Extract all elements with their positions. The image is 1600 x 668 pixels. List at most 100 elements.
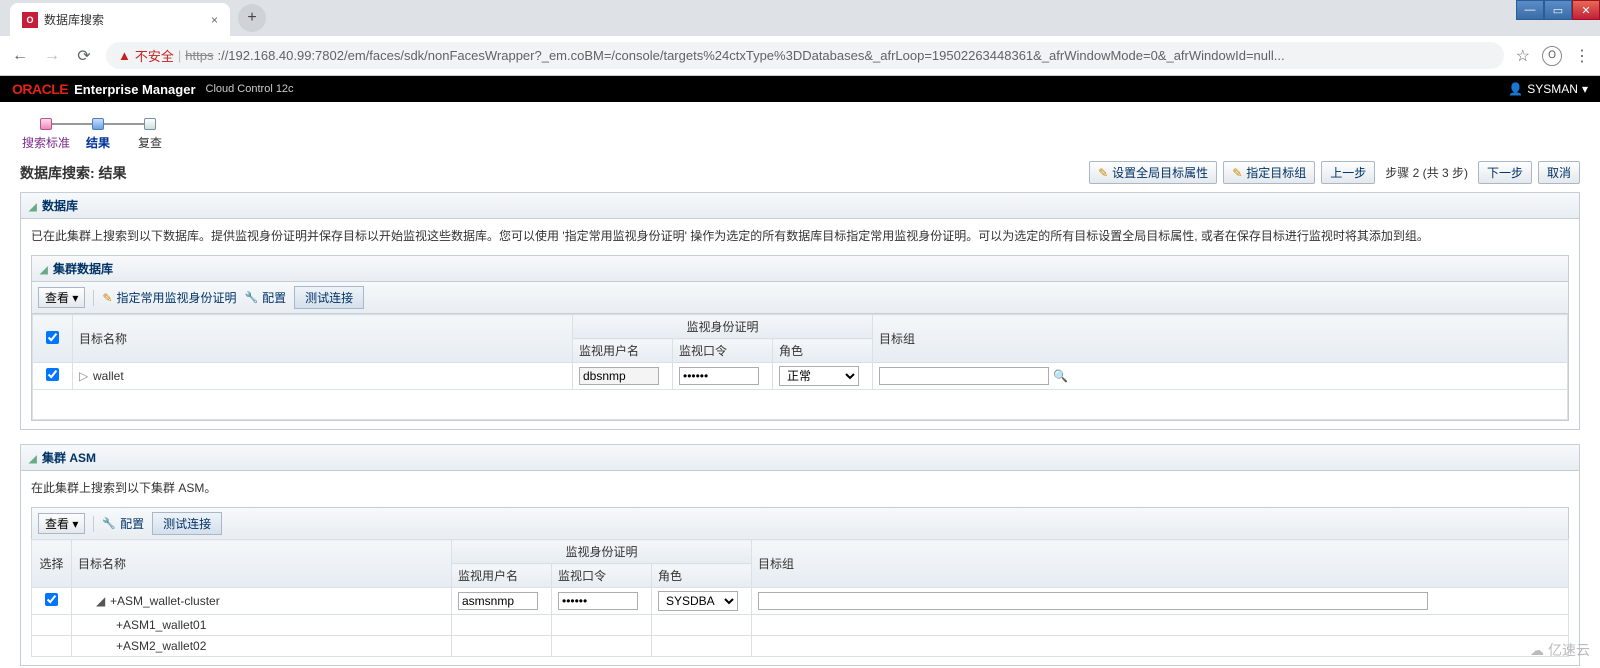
target-name: +ASM2_wallet02 bbox=[116, 639, 206, 653]
cloud-icon: ☁ bbox=[1530, 642, 1544, 659]
col-monitor-user: 监视用户名 bbox=[573, 339, 673, 363]
search-icon[interactable]: 🔍 bbox=[1053, 369, 1068, 383]
select-all-checkbox[interactable] bbox=[46, 331, 59, 344]
new-tab-button[interactable]: + bbox=[238, 4, 266, 32]
col-cred-group: 监视身份证明 bbox=[452, 540, 752, 564]
tab-favicon: O bbox=[22, 12, 38, 28]
app-bar: ORACLE Enterprise Manager Cloud Control … bbox=[0, 76, 1600, 102]
tab-title: 数据库搜索 bbox=[44, 11, 104, 28]
reload-icon[interactable]: ⟳ bbox=[74, 46, 94, 66]
browser-tab[interactable]: O 数据库搜索 × bbox=[10, 3, 230, 36]
view-menu-button[interactable]: 查看 ▾ bbox=[38, 513, 85, 534]
tab-bar: O 数据库搜索 × + — ▭ ✕ bbox=[0, 0, 1600, 36]
asm-toolbar: 查看 ▾ 配置 测试连接 bbox=[31, 507, 1569, 539]
row-checkbox[interactable] bbox=[46, 368, 59, 381]
target-name: +ASM_wallet-cluster bbox=[110, 594, 220, 608]
expand-icon[interactable]: ◢ bbox=[96, 594, 106, 608]
col-role: 角色 bbox=[652, 564, 752, 588]
prev-step-button[interactable]: 上一步 bbox=[1321, 161, 1375, 184]
cluster-db-table: 目标名称 监视身份证明 目标组 监视用户名 监视口令 角色 bbox=[32, 314, 1568, 420]
table-row: +ASM1_wallet01 bbox=[32, 615, 1569, 636]
cancel-button[interactable]: 取消 bbox=[1538, 161, 1580, 184]
assign-target-group-button[interactable]: 指定目标组 bbox=[1223, 161, 1315, 184]
insecure-warning-icon: ▲ bbox=[118, 48, 131, 63]
profile-icon[interactable]: ౦ bbox=[1542, 46, 1562, 66]
insecure-label: 不安全 bbox=[135, 46, 174, 65]
test-connection-button[interactable]: 测试连接 bbox=[152, 512, 222, 535]
cluster-db-head[interactable]: ◢ 集群数据库 bbox=[32, 256, 1568, 282]
dropdown-icon: ▾ bbox=[1582, 82, 1588, 96]
collapse-icon: ◢ bbox=[29, 454, 37, 465]
col-select: 选择 bbox=[32, 540, 72, 588]
col-target-name: 目标名称 bbox=[73, 315, 573, 363]
page-title: 数据库搜索: 结果 bbox=[20, 163, 127, 183]
window-close[interactable]: ✕ bbox=[1572, 0, 1600, 20]
target-name: +ASM1_wallet01 bbox=[116, 618, 206, 632]
page-content: 搜索标准 结果 复查 数据库搜索: 结果 设置全局目标属性 指定目标组 上一步 … bbox=[0, 102, 1600, 666]
step-indicator: 步骤 2 (共 3 步) bbox=[1381, 164, 1472, 181]
head-actions: 设置全局目标属性 指定目标组 上一步 步骤 2 (共 3 步) 下一步 取消 bbox=[1089, 161, 1580, 184]
train-label-1[interactable]: 搜索标准 bbox=[20, 134, 72, 151]
set-global-attr-button[interactable]: 设置全局目标属性 bbox=[1089, 161, 1217, 184]
window-maximize[interactable]: ▭ bbox=[1544, 0, 1572, 20]
col-cred-group: 监视身份证明 bbox=[573, 315, 873, 339]
monitor-user-input[interactable] bbox=[458, 592, 538, 610]
next-step-button[interactable]: 下一步 bbox=[1478, 161, 1532, 184]
configure-link[interactable]: 配置 bbox=[244, 289, 286, 306]
nav-forward-icon[interactable]: → bbox=[42, 47, 62, 65]
page-header: 数据库搜索: 结果 设置全局目标属性 指定目标组 上一步 步骤 2 (共 3 步… bbox=[20, 161, 1580, 184]
view-menu-button[interactable]: 查看 ▾ bbox=[38, 287, 85, 308]
train-label-3[interactable]: 复查 bbox=[124, 134, 176, 151]
window-minimize[interactable]: — bbox=[1516, 0, 1544, 20]
train-label-2: 结果 bbox=[72, 134, 124, 151]
wizard-train bbox=[20, 118, 1580, 130]
monitor-pwd-input[interactable] bbox=[558, 592, 638, 610]
col-monitor-pwd: 监视口令 bbox=[673, 339, 773, 363]
window-controls: — ▭ ✕ bbox=[1516, 0, 1600, 20]
url-sep: | bbox=[178, 48, 181, 63]
target-group-input[interactable] bbox=[758, 592, 1428, 610]
target-group-input[interactable] bbox=[879, 367, 1049, 385]
asm-panel-title: 集群 ASM bbox=[42, 451, 96, 465]
database-panel: ◢ 数据库 已在此集群上搜索到以下数据库。提供监视身份证明并保存目标以开始监视这… bbox=[20, 192, 1580, 430]
role-select[interactable]: 正常 bbox=[779, 366, 859, 386]
role-select[interactable]: SYSDBA bbox=[658, 591, 738, 611]
train-step-2[interactable] bbox=[72, 118, 124, 130]
row-checkbox[interactable] bbox=[45, 593, 58, 606]
table-row-empty bbox=[33, 390, 1568, 420]
table-row: ◢ +ASM_wallet-cluster SYSDBA bbox=[32, 588, 1569, 615]
train-step-3[interactable] bbox=[124, 118, 176, 130]
database-panel-head[interactable]: ◢ 数据库 bbox=[21, 193, 1579, 219]
cluster-db-panel: ◢ 集群数据库 查看 ▾ 指定常用监视身份证明 配置 测试连接 目标名称 bbox=[31, 255, 1569, 421]
table-row: +ASM2_wallet02 bbox=[32, 636, 1569, 657]
bookmark-star-icon[interactable]: ☆ bbox=[1516, 46, 1530, 66]
test-connection-button[interactable]: 测试连接 bbox=[294, 286, 364, 309]
app-name: Enterprise Manager bbox=[74, 82, 195, 97]
expand-icon[interactable]: ▷ bbox=[79, 369, 89, 383]
col-role: 角色 bbox=[773, 339, 873, 363]
cluster-db-title: 集群数据库 bbox=[53, 262, 113, 276]
set-common-cred-link[interactable]: 指定常用监视身份证明 bbox=[102, 289, 236, 306]
train-labels: 搜索标准 结果 复查 bbox=[20, 134, 1580, 151]
asm-panel-head[interactable]: ◢ 集群 ASM bbox=[21, 445, 1579, 471]
url-rest: ://192.168.40.99:7802/em/faces/sdk/nonFa… bbox=[217, 48, 1284, 63]
col-target-name: 目标名称 bbox=[72, 540, 452, 588]
watermark: ☁ 亿速云 bbox=[1530, 640, 1590, 660]
url-box[interactable]: ▲ 不安全 | https ://192.168.40.99:7802/em/fa… bbox=[106, 42, 1504, 69]
user-menu[interactable]: 👤 SYSMAN ▾ bbox=[1508, 82, 1588, 96]
train-step-1[interactable] bbox=[20, 118, 72, 130]
configure-link[interactable]: 配置 bbox=[102, 515, 144, 532]
user-icon: 👤 bbox=[1508, 82, 1523, 96]
tab-close-icon[interactable]: × bbox=[211, 13, 218, 27]
browser-menu-icon[interactable]: ⋮ bbox=[1574, 46, 1590, 66]
table-row: ▷wallet 正常 🔍 bbox=[33, 363, 1568, 390]
url-https: https bbox=[185, 48, 213, 63]
monitor-pwd-input[interactable] bbox=[679, 367, 759, 385]
asm-panel: ◢ 集群 ASM 在此集群上搜索到以下集群 ASM。 查看 ▾ 配置 测试连接 … bbox=[20, 444, 1580, 666]
select-all-header bbox=[33, 315, 73, 363]
nav-back-icon[interactable]: ← bbox=[10, 47, 30, 65]
address-bar: ← → ⟳ ▲ 不安全 | https ://192.168.40.99:7802… bbox=[0, 36, 1600, 76]
monitor-user-input[interactable] bbox=[579, 367, 659, 385]
collapse-icon: ◢ bbox=[29, 202, 37, 213]
database-panel-title: 数据库 bbox=[42, 199, 78, 213]
